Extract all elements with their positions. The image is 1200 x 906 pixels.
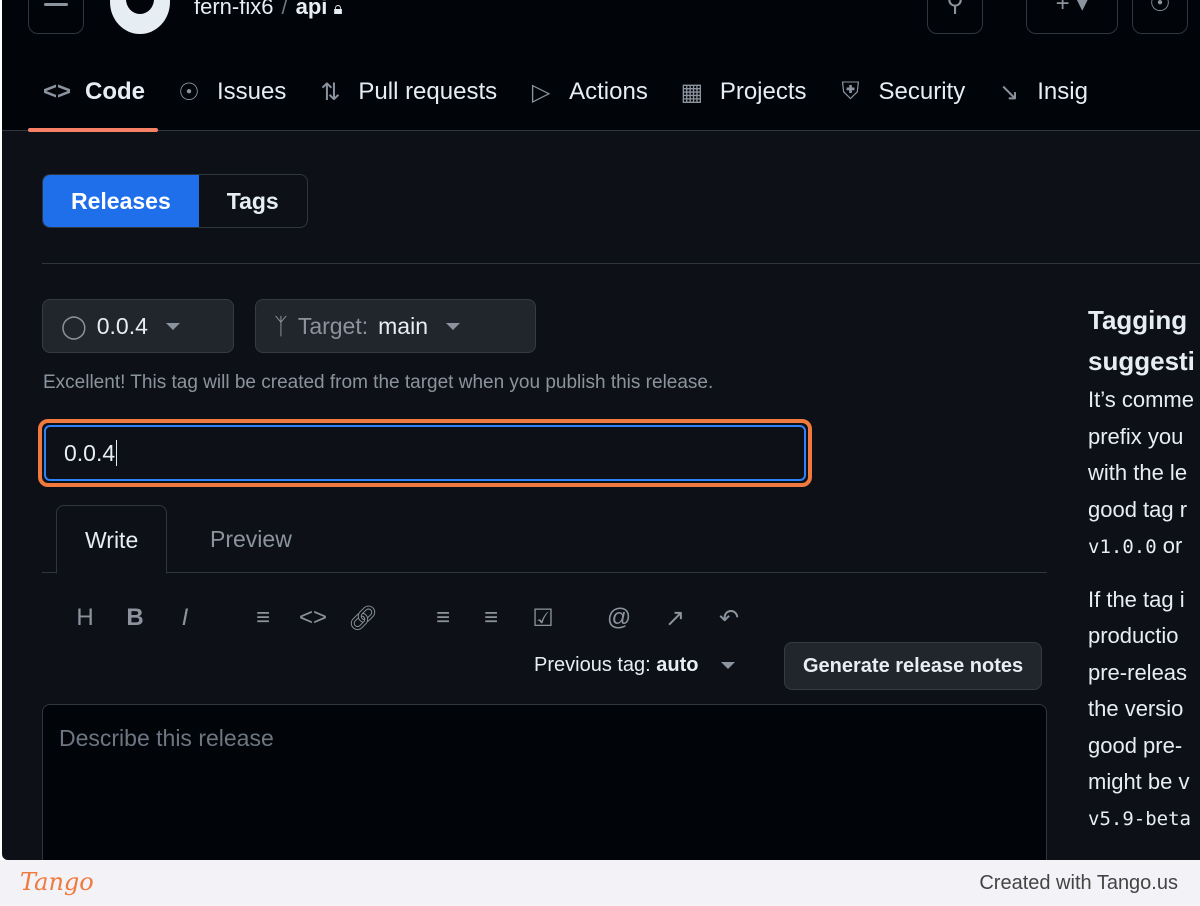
task-list-icon[interactable]: ☑ [526, 604, 560, 633]
tango-logo: Tango [20, 868, 94, 896]
issues-button[interactable]: ☉ [1132, 0, 1188, 34]
sidebar-text: good tag r [1088, 496, 1188, 522]
table-icon: ▦ [680, 78, 704, 106]
code-sample: v5.9-beta [1088, 807, 1191, 830]
caret-down-icon [720, 662, 735, 669]
tab-issues[interactable]: ☉ Issues [160, 72, 301, 112]
ordered-list-icon[interactable]: ≡ [474, 604, 508, 632]
undo-icon[interactable]: ↶ [712, 604, 746, 633]
target-value: main [378, 312, 428, 339]
code-icon: <> [43, 78, 72, 105]
tab-security[interactable]: ⛨ Security [822, 72, 981, 112]
code-icon[interactable]: <> [296, 604, 330, 632]
breadcrumb: fern-fix6 / api 🔒︎ [194, 0, 343, 20]
menu-button[interactable] [28, 0, 84, 34]
releases-button[interactable]: Releases [43, 175, 199, 227]
lock-icon: 🔒︎ [333, 0, 343, 18]
bold-icon[interactable]: B [118, 604, 152, 632]
sidebar-text: pre-releas [1088, 659, 1188, 685]
github-logo-icon[interactable] [110, 0, 170, 34]
editor-tabs: Write Preview [42, 505, 1047, 574]
target-select-button[interactable]: ᛉ Target: main [255, 299, 536, 353]
reference-icon[interactable]: ↗ [658, 604, 692, 633]
previous-tag-select[interactable]: Previous tag: auto [534, 654, 735, 677]
sidebar-text: It’s comme [1088, 387, 1194, 412]
input-value: 0.0.4 [64, 440, 116, 466]
tags-button[interactable]: Tags [199, 175, 307, 227]
mention-icon[interactable]: @ [602, 604, 636, 632]
shield-icon: ⛨ [841, 78, 860, 105]
header: fern-fix6 / api 🔒︎ ⚲ + ▾ ☉ <> Code ☉ Issues … [2, 0, 1200, 132]
graph-icon: ↘ [999, 78, 1020, 106]
tag-value: 0.0.4 [96, 312, 148, 339]
highlight-box: 0.0.4 [38, 419, 812, 487]
github-window: fern-fix6 / api 🔒︎ ⚲ + ▾ ☉ <> Code ☉ Issues … [2, 0, 1200, 860]
tag-note: Excellent! This tag will be created from… [43, 372, 714, 393]
branch-icon: ᛉ [274, 312, 288, 339]
text-cursor [116, 440, 118, 466]
sidebar-text: or [1156, 533, 1183, 558]
tab-label: Pull requests [358, 78, 498, 105]
sidebar-text: v1.0.0 or [1088, 528, 1200, 566]
tag-select-button[interactable]: ◯ 0.0.4 [42, 299, 234, 353]
sidebar-text: the versio [1088, 696, 1184, 721]
sidebar-text: productio [1088, 623, 1179, 648]
release-title-input[interactable]: 0.0.4 [44, 425, 806, 481]
sidebar-heading: Tagging [1088, 305, 1188, 335]
tab-preview[interactable]: Preview [182, 505, 320, 573]
tab-pull-requests[interactable]: ⇅ Pull requests [301, 72, 512, 112]
issue-icon: ☉ [178, 78, 200, 106]
repo-nav: <> Code ☉ Issues ⇅ Pull requests ▷ Actions ▦… [28, 72, 1103, 112]
placeholder: Describe this release [59, 725, 274, 751]
tab-label: Code [85, 78, 145, 105]
unordered-list-icon[interactable]: ≡ [426, 604, 460, 632]
tab-insights[interactable]: ↘ Insig [980, 72, 1103, 112]
separator: / [281, 0, 288, 19]
link-icon[interactable]: 🔗︎ [346, 604, 380, 633]
tab-label: Issues [217, 78, 287, 105]
sidebar-heading: suggesti [1088, 346, 1195, 376]
created-with-credit: Created with Tango.us [979, 872, 1178, 894]
italic-icon[interactable]: I [168, 604, 202, 632]
tab-actions[interactable]: ▷ Actions [512, 72, 663, 112]
tab-label: Security [878, 78, 966, 105]
caret-down-icon [446, 322, 460, 330]
tab-code[interactable]: <> Code [28, 72, 160, 112]
tab-label: Projects [719, 78, 807, 105]
previous-tag-value: auto [656, 654, 699, 676]
sidebar-text: If the tag i [1088, 586, 1185, 612]
tag-icon: ◯ [61, 312, 87, 339]
sidebar-text: prefix you [1088, 423, 1184, 449]
create-new-button[interactable]: + ▾ [1026, 0, 1118, 34]
heading-icon[interactable]: H [68, 604, 102, 632]
generate-release-notes-button[interactable]: Generate release notes [784, 642, 1043, 690]
owner-link[interactable]: fern-fix6 [194, 0, 273, 19]
active-tab-indicator [28, 128, 158, 132]
target-label: Target: [297, 312, 369, 339]
sidebar-text: good pre- [1088, 732, 1183, 758]
divider [42, 263, 1200, 264]
sidebar-text: with the le [1088, 460, 1188, 485]
sidebar-text: might be v [1088, 769, 1190, 794]
pull-request-icon: ⇅ [320, 78, 341, 106]
code-sample: v1.0.0 [1088, 536, 1157, 558]
previous-tag-label: Previous tag: [534, 654, 651, 676]
tab-write[interactable]: Write [56, 505, 168, 574]
tab-projects[interactable]: ▦ Projects [663, 72, 822, 112]
tab-label: Insig [1037, 78, 1088, 105]
tab-label: Actions [569, 78, 648, 105]
play-icon: ▷ [531, 78, 551, 106]
button-label: Generate release notes [803, 654, 1024, 677]
repo-link[interactable]: api [296, 0, 328, 19]
search-button[interactable]: ⚲ [927, 0, 983, 34]
tagging-suggestions: Tagging suggesti It’s comme prefix you w… [1088, 300, 1200, 837]
caret-down-icon [165, 322, 180, 330]
release-description-textarea[interactable]: Describe this release [42, 704, 1047, 860]
releases-tags-toggle: Releases Tags [42, 174, 308, 228]
quote-icon[interactable]: ≡ [246, 604, 280, 632]
